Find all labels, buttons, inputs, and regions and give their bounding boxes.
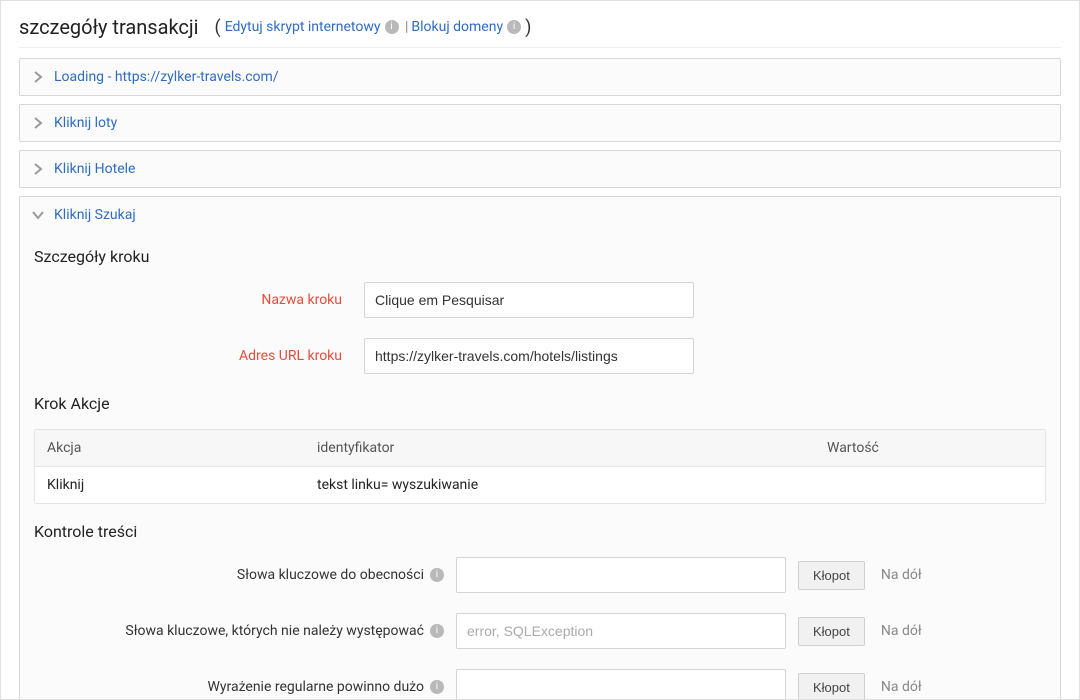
page-title: szczegóły transakcji [19, 15, 199, 39]
actions-table-head: Akcja identyfikator Wartość [35, 430, 1045, 467]
step-label: Kliknij Hotele [54, 161, 135, 177]
paren-close: ) [523, 17, 533, 38]
info-icon[interactable]: i [507, 20, 521, 34]
step-name-input[interactable] [364, 282, 694, 318]
info-icon[interactable]: i [385, 20, 399, 34]
keywords-presence-label: Słowa kluczowe do obecności i [34, 567, 456, 583]
th-action: Akcja [35, 430, 305, 466]
trouble-button[interactable]: Kłopot [798, 673, 865, 700]
td-identifier: tekst linku= wyszukiwanie [305, 467, 815, 503]
actions-table: Akcja identyfikator Wartość Kliknij teks… [34, 429, 1046, 504]
down-label: Na dół [865, 623, 922, 639]
step-header[interactable]: Loading - https://zylker-travels.com/ [20, 59, 1060, 95]
regex-input[interactable] [456, 669, 786, 700]
step-body: Szczegóły kroku Nazwa kroku Adres URL kr… [20, 233, 1060, 700]
step-header[interactable]: Kliknij Hotele [20, 151, 1060, 187]
info-icon[interactable]: i [430, 624, 444, 638]
form-row-step-url: Adres URL kroku [34, 338, 1046, 374]
step-item: Kliknij Hotele [19, 150, 1061, 188]
th-identifier: identyfikator [305, 430, 815, 466]
keywords-absence-row: Słowa kluczowe, których nie należy wystę… [34, 613, 1046, 649]
link-separator: | [401, 19, 410, 35]
actions-table-row: Kliknij tekst linku= wyszukiwanie [35, 467, 1045, 503]
keywords-presence-extras: Kłopot Na dół [798, 561, 922, 590]
trouble-button[interactable]: Kłopot [798, 561, 865, 590]
step-item: Kliknij loty [19, 104, 1061, 142]
down-label: Na dół [865, 679, 922, 695]
th-value: Wartość [815, 430, 1045, 466]
paren-open: ( [213, 17, 223, 38]
keywords-absence-label: Słowa kluczowe, których nie należy wystę… [34, 623, 456, 639]
step-label: Kliknij Szukaj [54, 207, 136, 223]
page-header: szczegóły transakcji ( Edytuj skrypt int… [19, 15, 1061, 48]
chevron-down-icon [32, 209, 44, 221]
down-label: Na dół [865, 567, 922, 583]
content-checks-title: Kontrole treści [34, 522, 1046, 541]
step-item-expanded: Kliknij Szukaj Szczegóły kroku Nazwa kro… [19, 196, 1061, 700]
regex-label: Wyrażenie regularne powinno dużo i [34, 679, 456, 695]
info-icon[interactable]: i [430, 568, 444, 582]
step-name-label: Nazwa kroku [34, 292, 364, 308]
edit-script-link[interactable]: Edytuj skrypt internetowy [225, 19, 381, 35]
step-label: Kliknij loty [54, 115, 117, 131]
form-row-step-name: Nazwa kroku [34, 282, 1046, 318]
chevron-right-icon [32, 117, 44, 129]
keywords-absence-extras: Kłopot Na dół [798, 617, 922, 646]
regex-extras: Kłopot Na dół [798, 673, 922, 700]
info-icon[interactable]: i [430, 680, 444, 694]
td-value [815, 467, 1045, 503]
block-domains-link[interactable]: Blokuj domeny [411, 19, 503, 35]
keywords-presence-input[interactable] [456, 557, 786, 593]
regex-row: Wyrażenie regularne powinno dużo i Kłopo… [34, 669, 1046, 700]
step-details-title: Szczegóły kroku [34, 247, 1046, 266]
trouble-button[interactable]: Kłopot [798, 617, 865, 646]
step-actions-title: Krok Akcje [34, 394, 1046, 413]
chevron-right-icon [32, 163, 44, 175]
step-url-input[interactable] [364, 338, 694, 374]
step-header[interactable]: Kliknij loty [20, 105, 1060, 141]
td-action: Kliknij [35, 467, 305, 503]
step-item: Loading - https://zylker-travels.com/ [19, 58, 1061, 96]
steps-accordion: Loading - https://zylker-travels.com/ Kl… [19, 58, 1061, 700]
step-header[interactable]: Kliknij Szukaj [20, 197, 1060, 233]
keywords-absence-input[interactable] [456, 613, 786, 649]
step-label: Loading - https://zylker-travels.com/ [54, 69, 279, 85]
chevron-right-icon [32, 71, 44, 83]
step-url-label: Adres URL kroku [34, 348, 364, 364]
header-links: ( Edytuj skrypt internetowy i | Blokuj d… [213, 17, 534, 38]
keywords-presence-row: Słowa kluczowe do obecności i Kłopot Na … [34, 557, 1046, 593]
